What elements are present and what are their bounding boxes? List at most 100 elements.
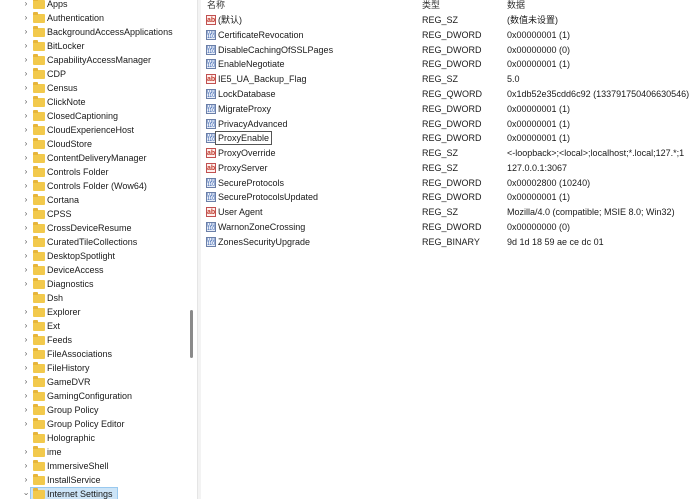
value-row[interactable]: 010 110 MigrateProxy REG_DWORD 0x00000001… — [201, 102, 689, 116]
value-row[interactable]: ab ProxyServer REG_SZ 127.0.0.1:3067 — [201, 161, 689, 175]
chevron-right-icon[interactable]: › — [21, 335, 31, 345]
tree-item-bitlocker[interactable]: › BitLocker — [0, 39, 190, 53]
tree-item-group-policy[interactable]: › Group Policy — [0, 403, 190, 417]
tree-item-label: InstallService — [47, 475, 101, 485]
value-row[interactable]: 010 110 WarnonZoneCrossing REG_DWORD 0x00… — [201, 220, 689, 234]
chevron-right-icon[interactable]: › — [21, 69, 31, 79]
chevron-right-icon[interactable]: › — [21, 447, 31, 457]
chevron-right-icon[interactable]: › — [21, 321, 31, 331]
tree-scrollbar-thumb[interactable] — [190, 310, 193, 358]
value-row[interactable]: 010 110 DisableCachingOfSSLPages REG_DWOR… — [201, 43, 689, 57]
value-row[interactable]: 010 110 SecureProtocolsUpdated REG_DWORD … — [201, 190, 689, 204]
chevron-right-icon[interactable]: › — [21, 265, 31, 275]
value-row[interactable]: ab ProxyOverride REG_SZ <-loopback>;<loc… — [201, 146, 689, 160]
chevron-right-icon[interactable]: › — [21, 363, 31, 373]
tree-item-ext[interactable]: › Ext — [0, 319, 190, 333]
tree-item-gamingconfiguration[interactable]: › GamingConfiguration — [0, 389, 190, 403]
value-type: REG_DWORD — [422, 178, 482, 188]
chevron-right-icon[interactable]: › — [21, 41, 31, 51]
string-value-icon: ab — [206, 207, 216, 217]
tree-item-label: Diagnostics — [47, 279, 94, 289]
folder-icon — [33, 292, 45, 303]
tree-item-ime[interactable]: › ime — [0, 445, 190, 459]
chevron-right-icon[interactable]: › — [21, 237, 31, 247]
value-row[interactable]: 010 110 SecureProtocols REG_DWORD 0x00002… — [201, 176, 689, 190]
folder-icon — [33, 54, 45, 65]
value-type: REG_DWORD — [422, 30, 482, 40]
chevron-right-icon[interactable]: › — [21, 307, 31, 317]
tree-item-cpss[interactable]: › CPSS — [0, 207, 190, 221]
registry-values-list[interactable]: 名称 类型 数据 ab (默认) REG_SZ (数值未设置) 010 110 C… — [201, 0, 689, 499]
value-row[interactable]: 010 110 LockDatabase REG_QWORD 0x1db52e35… — [201, 87, 689, 101]
registry-key-tree[interactable]: › Apps › Authentication › BackgroundAcce… — [0, 0, 197, 499]
tree-item-cortana[interactable]: › Cortana — [0, 193, 190, 207]
value-row[interactable]: ab IE5_UA_Backup_Flag REG_SZ 5.0 — [201, 72, 689, 86]
chevron-down-icon[interactable]: › — [21, 489, 31, 499]
value-row[interactable]: 010 110 PrivacyAdvanced REG_DWORD 0x00000… — [201, 117, 689, 131]
tree-item-holographic[interactable]: Holographic — [0, 431, 190, 445]
tree-item-cloudexperiencehost[interactable]: › CloudExperienceHost — [0, 123, 190, 137]
chevron-right-icon[interactable]: › — [21, 419, 31, 429]
column-header-data[interactable]: 数据 — [507, 0, 525, 12]
chevron-right-icon[interactable]: › — [21, 97, 31, 107]
folder-icon — [33, 124, 45, 135]
chevron-right-icon[interactable]: › — [21, 279, 31, 289]
tree-item-explorer[interactable]: › Explorer — [0, 305, 190, 319]
column-header-name[interactable]: 名称 — [207, 0, 225, 12]
chevron-right-icon[interactable]: › — [21, 125, 31, 135]
chevron-right-icon[interactable]: › — [21, 55, 31, 65]
chevron-right-icon[interactable]: › — [21, 13, 31, 23]
chevron-right-icon[interactable]: › — [21, 209, 31, 219]
chevron-right-icon[interactable]: › — [21, 181, 31, 191]
value-row[interactable]: 010 110 EnableNegotiate REG_DWORD 0x00000… — [201, 57, 689, 71]
value-row[interactable]: 010 110 CertificateRevocation REG_DWORD 0… — [201, 28, 689, 42]
value-row-focused[interactable]: 010 110 ProxyEnable REG_DWORD 0x00000001 … — [201, 131, 689, 145]
tree-item-desktopspotlight[interactable]: › DesktopSpotlight — [0, 249, 190, 263]
tree-item-immersiveshell[interactable]: › ImmersiveShell — [0, 459, 190, 473]
tree-item-filehistory[interactable]: › FileHistory — [0, 361, 190, 375]
chevron-right-icon[interactable]: › — [21, 83, 31, 93]
tree-item-apps[interactable]: › Apps — [0, 0, 190, 11]
tree-item-closedcaptioning[interactable]: › ClosedCaptioning — [0, 109, 190, 123]
tree-item-group-policy-editor[interactable]: › Group Policy Editor — [0, 417, 190, 431]
tree-item-contentdeliverymanager[interactable]: › ContentDeliveryManager — [0, 151, 190, 165]
value-row[interactable]: 010 110 ZonesSecurityUpgrade REG_BINARY 9… — [201, 235, 689, 249]
chevron-right-icon[interactable]: › — [21, 461, 31, 471]
value-row[interactable]: ab User Agent REG_SZ Mozilla/4.0 (compat… — [201, 205, 689, 219]
chevron-right-icon[interactable]: › — [21, 167, 31, 177]
chevron-right-icon[interactable]: › — [21, 139, 31, 149]
tree-item-internet-settings[interactable]: › Internet Settings — [0, 487, 190, 499]
chevron-right-icon[interactable]: › — [21, 391, 31, 401]
tree-item-gamedvr[interactable]: › GameDVR — [0, 375, 190, 389]
chevron-right-icon[interactable]: › — [21, 223, 31, 233]
tree-item-controls-folder[interactable]: › Controls Folder — [0, 165, 190, 179]
tree-item-backgroundaccessapplications[interactable]: › BackgroundAccessApplications — [0, 25, 190, 39]
tree-item-crossdeviceresume[interactable]: › CrossDeviceResume — [0, 221, 190, 235]
tree-item-dsh[interactable]: Dsh — [0, 291, 190, 305]
tree-item-clicknote[interactable]: › ClickNote — [0, 95, 190, 109]
chevron-right-icon[interactable]: › — [21, 377, 31, 387]
chevron-right-icon[interactable]: › — [21, 475, 31, 485]
chevron-right-icon[interactable]: › — [21, 0, 31, 9]
tree-item-authentication[interactable]: › Authentication — [0, 11, 190, 25]
tree-item-feeds[interactable]: › Feeds — [0, 333, 190, 347]
tree-item-curatedtilecollections[interactable]: › CuratedTileCollections — [0, 235, 190, 249]
tree-item-diagnostics[interactable]: › Diagnostics — [0, 277, 190, 291]
column-header-type[interactable]: 类型 — [422, 0, 440, 12]
tree-item-deviceaccess[interactable]: › DeviceAccess — [0, 263, 190, 277]
tree-item-capabilityaccessmanager[interactable]: › CapabilityAccessManager — [0, 53, 190, 67]
tree-item-installservice[interactable]: › InstallService — [0, 473, 190, 487]
chevron-right-icon[interactable]: › — [21, 349, 31, 359]
tree-item-cloudstore[interactable]: › CloudStore — [0, 137, 190, 151]
tree-item-controls-folder-wow64[interactable]: › Controls Folder (Wow64) — [0, 179, 190, 193]
value-row[interactable]: ab (默认) REG_SZ (数值未设置) — [201, 13, 689, 27]
tree-item-cdp[interactable]: › CDP — [0, 67, 190, 81]
chevron-right-icon[interactable]: › — [21, 405, 31, 415]
chevron-right-icon[interactable]: › — [21, 153, 31, 163]
chevron-right-icon[interactable]: › — [21, 111, 31, 121]
chevron-right-icon[interactable]: › — [21, 27, 31, 37]
tree-item-fileassociations[interactable]: › FileAssociations — [0, 347, 190, 361]
tree-item-census[interactable]: › Census — [0, 81, 190, 95]
chevron-right-icon[interactable]: › — [21, 195, 31, 205]
chevron-right-icon[interactable]: › — [21, 251, 31, 261]
